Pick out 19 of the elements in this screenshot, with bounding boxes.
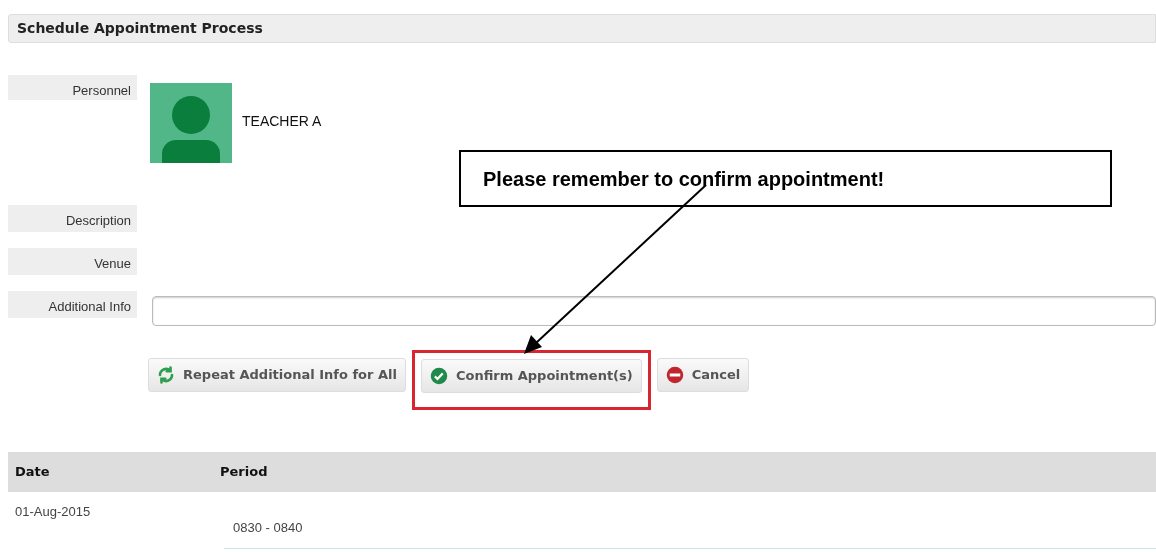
field-label: Venue: [8, 248, 137, 275]
no-entry-icon: [665, 366, 684, 384]
confirm-button[interactable]: Confirm Appointment(s): [420, 359, 642, 393]
panel-title-bar: Schedule Appointment Process: [8, 14, 1156, 43]
field-label: Description: [8, 205, 137, 232]
field-label: Personnel: [8, 75, 137, 100]
repeat-button[interactable]: Repeat Additional Info for All: [148, 358, 406, 392]
table-cell: 0830 - 0840: [233, 520, 303, 535]
column-header: Date: [14, 463, 51, 482]
additional-info-field[interactable]: [152, 296, 1156, 326]
field-label: Additional Info: [8, 291, 137, 318]
callout-box: Please remember to confirm appointment!: [459, 150, 1112, 207]
personnel-name: TEACHER A: [242, 112, 322, 131]
column-header: Period: [220, 463, 268, 482]
avatar-icon: [150, 83, 232, 163]
cancel-button[interactable]: Cancel: [656, 358, 750, 392]
table-cell-text: 01-Aug-2015: [14, 503, 92, 521]
refresh-icon: [157, 366, 175, 384]
check-circle-icon: [429, 367, 448, 385]
